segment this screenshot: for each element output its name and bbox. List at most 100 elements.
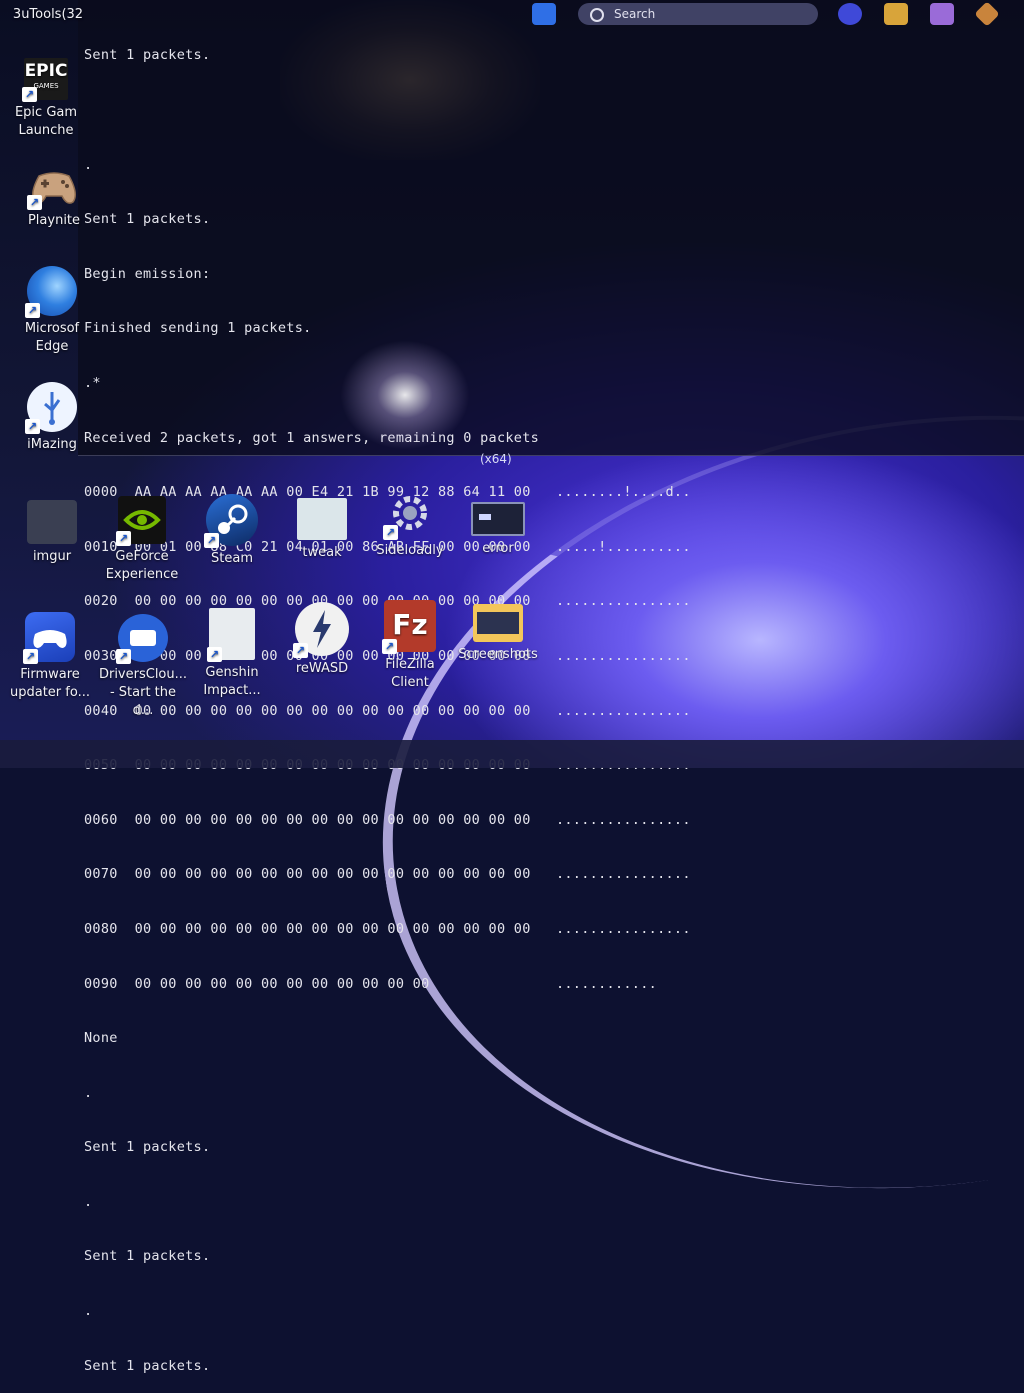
shortcut-arrow-icon: ↗	[207, 647, 222, 662]
taskbar-app-store[interactable]	[930, 3, 954, 25]
firmware-updater-icon: ↗	[23, 612, 75, 664]
terminal-line: Finished sending 1 packets.	[84, 320, 312, 337]
icon-label: Steam	[211, 551, 253, 566]
terminal-line: Sent 1 packets.	[84, 1357, 211, 1374]
rewasd-icon: ↗	[293, 602, 349, 658]
shortcut-arrow-icon: ↗	[27, 195, 42, 210]
terminal-line: .	[84, 156, 93, 173]
icon-label: Impact...	[203, 683, 261, 698]
icon-label: Launche	[18, 123, 74, 138]
icon-label: Experience	[105, 567, 179, 582]
icon-label: Playnite	[27, 213, 81, 228]
icon-label: updater fo...	[10, 685, 90, 700]
desktop-icon-imazing[interactable]: ↗ iMazing	[14, 382, 90, 454]
driverscloud-icon: ↗	[116, 614, 168, 664]
terminal-line: Sent 1 packets.	[84, 47, 211, 64]
shortcut-arrow-icon: ↗	[25, 419, 40, 434]
icon-label: Edge	[35, 339, 69, 354]
folder-preview-icon	[477, 612, 519, 634]
terminal-line: .	[84, 1193, 93, 1210]
icon-label: tweak	[302, 545, 342, 560]
error-icon	[471, 502, 525, 536]
icon-label: Client	[391, 675, 429, 690]
terminal-line: Sent 1 packets.	[84, 1139, 211, 1156]
icon-label: error	[482, 541, 514, 556]
shortcut-arrow-icon: ↗	[116, 531, 131, 546]
terminal-line: Begin emission:	[84, 265, 211, 282]
icon-label: Firmware	[20, 667, 80, 682]
tweak-icon	[297, 498, 347, 540]
window-arch-label: (x64)	[480, 452, 512, 466]
shortcut-arrow-icon: ↗	[293, 643, 308, 658]
shortcut-arrow-icon: ↗	[23, 649, 38, 664]
desktop-icon-sideloadly[interactable]: ↗ Sideloadly	[370, 488, 450, 560]
shortcut-arrow-icon: ↗	[383, 525, 398, 540]
start-button[interactable]	[532, 3, 556, 25]
icon-label: iMazing	[27, 437, 77, 452]
desktop-icon-error[interactable]: error	[458, 502, 538, 558]
desktop-icon-epic-games[interactable]: EPIC GAMES ↗ Epic Gam Launche	[12, 58, 80, 140]
icon-label: Sideloadly	[376, 543, 444, 558]
terminal-line: Sent 1 packets.	[84, 211, 211, 228]
hexdump-line: 0090 00 00 00 00 00 00 00 00 00 00 00 00…	[84, 975, 658, 992]
screenshot-thumb-icon	[479, 514, 491, 520]
monitor-icon	[130, 630, 156, 646]
desktop-icon-steam[interactable]: ↗ Steam	[192, 494, 272, 568]
terminal-line: Sent 1 packets.	[84, 1248, 211, 1265]
shortcut-arrow-icon: ↗	[382, 639, 397, 654]
desktop-icon-rewasd[interactable]: ↗ reWASD	[282, 602, 362, 678]
epic-games-icon: EPIC GAMES ↗	[22, 58, 68, 102]
terminal-line: None	[84, 1030, 118, 1047]
geforce-icon: ↗	[116, 496, 166, 546]
taskbar-app-explorer[interactable]	[884, 3, 908, 25]
folder-icon	[473, 604, 523, 642]
desktop-icon-playnite[interactable]: ↗ Playnite	[18, 168, 90, 230]
desktop-icon-firmware-updater[interactable]: ↗ Firmware updater fo...	[10, 612, 90, 702]
taskbar-search-box[interactable]: Search	[578, 3, 818, 25]
desktop-icon-3utools[interactable]: 3uTools(32	[10, 6, 86, 24]
icon-label: FileZilla	[385, 657, 435, 672]
desktop-icon-screenshots[interactable]: Screenshots	[458, 604, 538, 664]
sideloadly-icon: ↗	[383, 488, 435, 540]
genshin-icon: ↗	[207, 608, 255, 662]
imgur-icon	[27, 500, 77, 544]
desktop-icon-tweak[interactable]: tweak	[282, 498, 362, 562]
shortcut-arrow-icon: ↗	[116, 649, 131, 664]
shortcut-arrow-icon: ↗	[22, 87, 37, 102]
icon-label: 3uTools(32	[12, 7, 84, 22]
hexdump-line: 0080 00 00 00 00 00 00 00 00 00 00 00 00…	[84, 920, 691, 937]
icon-label: reWASD	[295, 661, 349, 676]
shortcut-arrow-icon: ↗	[204, 533, 219, 548]
taskbar	[0, 740, 1024, 768]
icon-label: - Start the d...	[109, 685, 177, 718]
icon-label: Screenshots	[458, 647, 538, 662]
shortcut-arrow-icon: ↗	[25, 303, 40, 318]
icon-label: Microsof	[24, 321, 80, 336]
filezilla-icon: Fz ↗	[382, 600, 436, 654]
hexdump-line: 0070 00 00 00 00 00 00 00 00 00 00 00 00…	[84, 866, 691, 883]
desktop-icon-imgur[interactable]: imgur	[12, 500, 92, 566]
desktop-icon-edge[interactable]: ↗ Microsof Edge	[14, 266, 90, 356]
terminal-line: .	[84, 1084, 93, 1101]
desktop-icon-genshin[interactable]: ↗ Genshin Impact...	[192, 608, 272, 700]
search-icon	[590, 8, 604, 22]
hexdump-line: 0060 00 00 00 00 00 00 00 00 00 00 00 00…	[84, 811, 691, 828]
search-label: Search	[614, 7, 656, 21]
playnite-icon: ↗	[27, 168, 79, 210]
steam-icon: ↗	[204, 494, 258, 548]
desktop-icon-driverscloud[interactable]: ↗ DriversClou... - Start the d...	[98, 614, 188, 720]
screen-glare-spot	[340, 340, 470, 450]
desktop-icon-filezilla[interactable]: Fz ↗ FileZilla Client	[370, 600, 450, 692]
icon-label: imgur	[32, 549, 72, 564]
terminal-line: .	[84, 1303, 93, 1320]
desktop-icon-geforce-experience[interactable]: ↗ GeForce Experience	[102, 496, 182, 584]
epic-logo-text: EPIC	[24, 61, 68, 81]
icon-label: GeForce	[115, 549, 169, 564]
icon-label: DriversClou...	[98, 667, 188, 682]
icon-label: Epic Gam	[14, 105, 78, 120]
taskbar-app-meet[interactable]	[838, 3, 862, 25]
icon-label: Genshin	[205, 665, 259, 680]
imazing-icon: ↗	[25, 382, 77, 434]
edge-icon: ↗	[25, 266, 77, 318]
